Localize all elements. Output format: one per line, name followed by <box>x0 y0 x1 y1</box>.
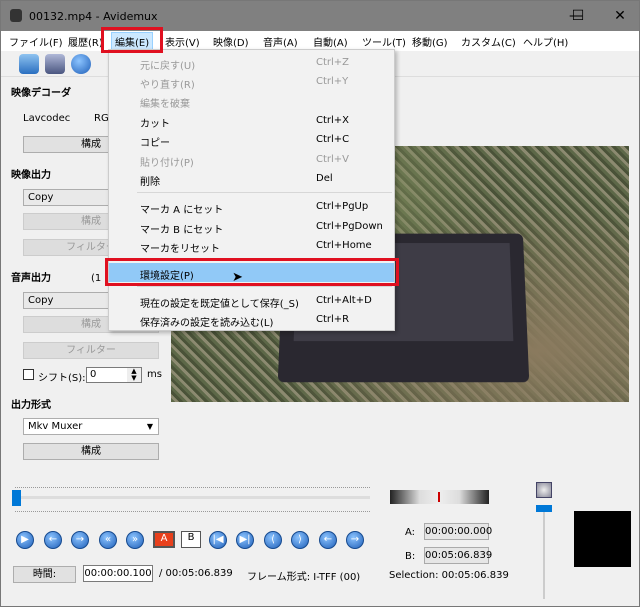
timeline-ticks-top <box>15 487 370 491</box>
menu-auto[interactable]: 自動(A) <box>313 34 348 49</box>
audio-output-heading: 音声出力 <box>11 273 51 284</box>
volume-slider[interactable] <box>543 506 545 599</box>
total-time: / 00:05:06.839 <box>159 568 233 579</box>
marker-a-button[interactable]: A <box>153 531 175 548</box>
menu-go[interactable]: 移動(G) <box>412 34 448 49</box>
close-button[interactable]: ✕ <box>605 6 635 26</box>
video-decoder-heading: 映像デコーダ <box>11 88 71 99</box>
shift-label: シフト(S): <box>38 373 86 384</box>
menu-item-copy[interactable]: コピー Ctrl+C <box>109 130 394 149</box>
play-icon[interactable]: ▶ <box>16 531 34 549</box>
annotation-preferences <box>105 258 399 286</box>
timeline-handle[interactable] <box>12 490 21 506</box>
video-output-heading: 映像出力 <box>11 170 51 181</box>
shift-checkbox[interactable] <box>23 369 34 380</box>
info-icon[interactable] <box>71 54 91 74</box>
chevron-down-icon: ▼ <box>146 422 153 431</box>
menu-view[interactable]: 表示(V) <box>165 34 200 49</box>
menu-item-load-settings[interactable]: 保存済みの設定を読み込む(L) Ctrl+R <box>109 310 394 329</box>
menu-video[interactable]: 映像(D) <box>213 34 249 49</box>
audio-meter <box>574 511 631 567</box>
next-keyframe-icon[interactable]: » <box>126 531 144 549</box>
volume-icon[interactable] <box>536 482 552 498</box>
menu-item-redo[interactable]: やり直す(R) Ctrl+Y <box>109 72 394 91</box>
menu-bar: ファイル(F) 履歴(R) 編集(E) 表示(V) 映像(D) 音声(A) 自動… <box>1 31 639 51</box>
prev-keyframe-icon[interactable]: « <box>99 531 117 549</box>
jog-shuttle[interactable] <box>390 490 489 504</box>
menu-item-cut[interactable]: カット Ctrl+X <box>109 111 394 130</box>
title-bar: 00132.mp4 - Avidemux — ☐ ✕ <box>1 1 639 31</box>
menu-separator <box>137 286 392 287</box>
volume-handle[interactable] <box>536 505 552 512</box>
muxer-value: Mkv Muxer <box>28 421 83 432</box>
menu-item-save-defaults[interactable]: 現在の設定を既定値として保存(_S) Ctrl+Alt+D <box>109 291 394 310</box>
marker-a-label: A: <box>405 527 416 538</box>
decoder-name: Lavcodec <box>23 113 71 124</box>
app-icon <box>10 9 22 22</box>
menu-item-delete[interactable]: 削除 Del <box>109 169 394 188</box>
goto-marker-a-icon[interactable]: ⟨ <box>264 531 282 549</box>
time-button[interactable]: 時間: <box>13 566 76 583</box>
marker-b-button[interactable]: B <box>181 531 201 548</box>
menu-file[interactable]: ファイル(F) <box>9 34 63 49</box>
marker-b-label: B: <box>405 551 416 562</box>
menu-help[interactable]: ヘルプ(H) <box>523 34 568 49</box>
decoder-format: RG <box>94 113 109 124</box>
timeline-slider[interactable] <box>15 496 370 499</box>
menu-item-discard[interactable]: 編集を破棄 <box>109 91 394 110</box>
menu-tools[interactable]: ツール(T) <box>362 34 406 49</box>
menu-history[interactable]: 履歴(R) <box>68 34 103 49</box>
annotation-edit-menu <box>101 27 163 53</box>
goto-start-icon[interactable]: |◀ <box>209 531 227 549</box>
menu-separator <box>137 192 392 193</box>
muxer-select[interactable]: Mkv Muxer ▼ <box>23 418 159 435</box>
forward-60-icon[interactable]: → <box>346 531 364 549</box>
marker-a-time: 00:00:00.000 <box>424 523 492 540</box>
next-frame-icon[interactable]: → <box>71 531 89 549</box>
menu-item-set-marker-b[interactable]: マーカ B にセット Ctrl+PgDown <box>109 217 394 236</box>
current-time-input[interactable]: 00:00:00.100 <box>83 565 153 582</box>
menu-item-set-marker-a[interactable]: マーカ A にセット Ctrl+PgUp <box>109 197 394 216</box>
menu-item-paste[interactable]: 貼り付け(P) Ctrl+V <box>109 150 394 169</box>
shift-spinner[interactable]: ▲ ▼ <box>127 368 141 382</box>
goto-marker-b-icon[interactable]: ⟩ <box>291 531 309 549</box>
muxer-configure-button[interactable]: 構成 <box>23 443 159 460</box>
frame-type: フレーム形式: I-TFF (00) <box>247 572 361 583</box>
output-format-heading: 出力形式 <box>11 400 51 411</box>
audio-filters-button[interactable]: フィルター <box>23 342 159 359</box>
timeline-ticks-bottom <box>15 511 370 515</box>
edit-menu-dropdown: 元に戻す(U) Ctrl+Z やり直す(R) Ctrl+Y 編集を破棄 カット Ctr… <box>108 49 395 331</box>
goto-end-icon[interactable]: ▶| <box>236 531 254 549</box>
maximize-button[interactable]: ☐ <box>563 6 593 26</box>
prev-frame-icon[interactable]: ← <box>44 531 62 549</box>
menu-item-undo[interactable]: 元に戻す(U) Ctrl+Z <box>109 53 394 72</box>
window-title: 00132.mp4 - Avidemux <box>29 10 158 23</box>
selection-duration: Selection: 00:05:06.839 <box>389 570 509 581</box>
save-icon[interactable] <box>45 54 65 74</box>
shift-unit: ms <box>147 369 162 380</box>
open-icon[interactable] <box>19 54 39 74</box>
menu-item-reset-markers[interactable]: マーカをリセット Ctrl+Home <box>109 236 394 255</box>
marker-b-time: 00:05:06.839 <box>424 547 492 564</box>
menu-custom[interactable]: カスタム(C) <box>461 34 516 49</box>
menu-audio[interactable]: 音声(A) <box>263 34 298 49</box>
back-60-icon[interactable]: ← <box>319 531 337 549</box>
